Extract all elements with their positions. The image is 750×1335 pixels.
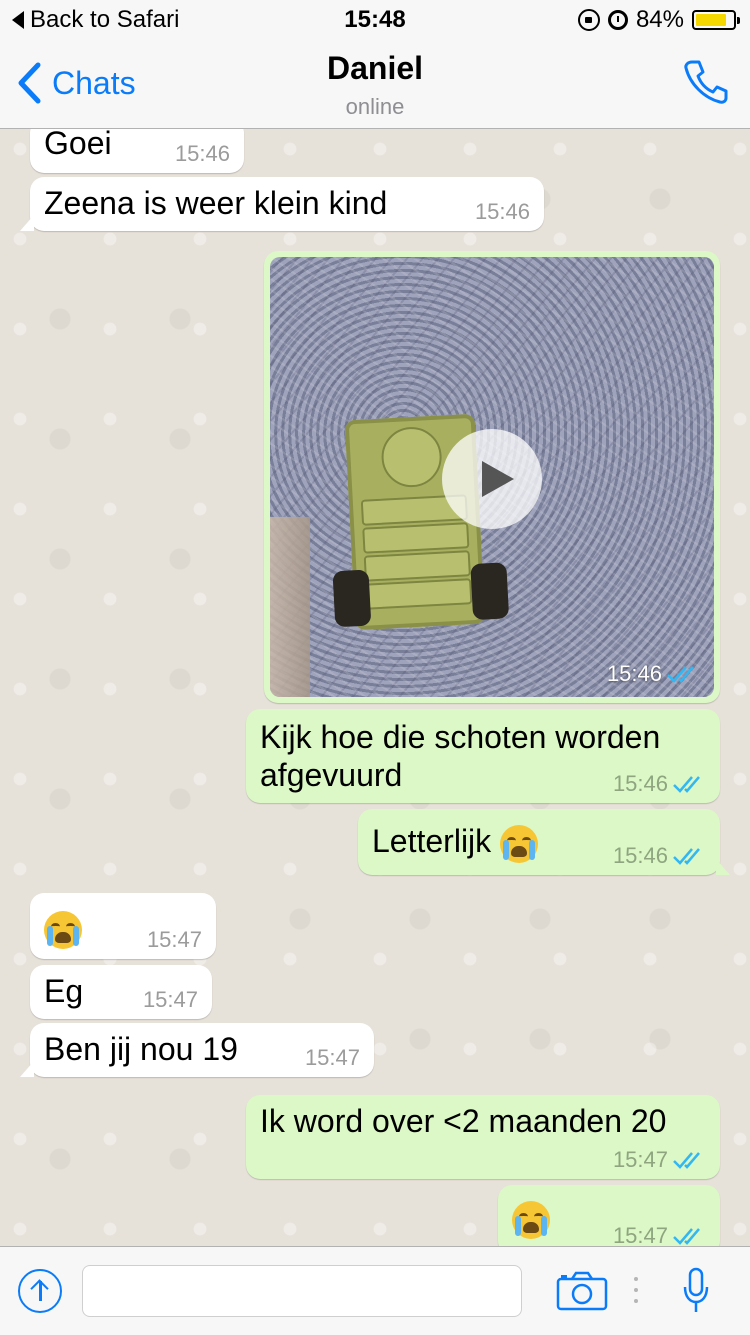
message-incoming[interactable]: Zeena is weer klein kind 15:46	[20, 177, 544, 231]
message-time: 15:47	[146, 927, 202, 952]
message-time: 15:46	[613, 771, 706, 797]
message-time: 15:46	[474, 199, 530, 224]
chat-messages[interactable]: Goei 15:46 Zeena is weer klein kind 15:4…	[0, 129, 750, 1246]
message-outgoing[interactable]: Ik word over <2 maanden 20 15:47	[246, 1095, 720, 1179]
message-incoming[interactable]: Goei 15:46	[30, 129, 244, 173]
separator-dots	[634, 1277, 638, 1305]
double-check-icon	[667, 666, 694, 683]
video-time: 15:46	[607, 661, 700, 687]
message-outgoing[interactable]: 15:47	[498, 1185, 720, 1246]
message-text-line2: afgevuurd	[260, 757, 403, 793]
contact-status: online	[345, 94, 405, 119]
message-time: 15:46	[174, 141, 230, 166]
message-text: Goei	[44, 129, 112, 161]
crying-face-icon	[500, 824, 539, 863]
chat-header: Chats Daniel online	[0, 40, 750, 129]
message-input-bar	[0, 1246, 750, 1335]
contact-name[interactable]: Daniel	[0, 50, 750, 87]
alarm-icon	[607, 10, 628, 30]
rotation-lock-icon	[577, 9, 600, 31]
message-time: 15:47	[613, 1147, 706, 1173]
message-outgoing[interactable]: Kijk hoe die schoten worden afgevuurd 15…	[246, 709, 720, 803]
message-incoming[interactable]: Ben jij nou 19 15:47	[20, 1023, 374, 1077]
message-time: 15:46	[613, 843, 706, 869]
message-text: Letterlijk	[372, 821, 539, 863]
play-icon[interactable]	[442, 429, 542, 529]
double-check-icon	[673, 776, 700, 793]
message-time: 15:47	[142, 987, 198, 1012]
status-bar: Back to Safari 15:48 84%	[0, 0, 750, 40]
bubble-tail	[20, 1061, 34, 1077]
message-text: Ik word over <2 maanden 20	[260, 1103, 667, 1139]
message-emoji	[44, 907, 82, 949]
microphone-button[interactable]	[682, 1267, 710, 1320]
video-thumbnail[interactable]: 15:46	[270, 257, 714, 697]
message-text: Kijk hoe die schoten worden	[260, 719, 661, 755]
message-input[interactable]	[82, 1265, 522, 1317]
message-outgoing[interactable]: Letterlijk 15:46	[358, 809, 730, 875]
battery-percentage: 84%	[635, 6, 684, 33]
message-text: Ben jij nou 19	[44, 1031, 238, 1067]
camera-icon	[556, 1271, 608, 1311]
double-check-icon	[673, 1152, 700, 1169]
bubble-tail	[20, 215, 34, 231]
message-time: 15:47	[304, 1045, 360, 1070]
battery-icon	[692, 10, 740, 30]
message-time: 15:47	[613, 1223, 706, 1246]
microphone-icon	[683, 1267, 709, 1312]
upload-icon[interactable]	[18, 1269, 62, 1313]
camera-button[interactable]	[556, 1271, 608, 1316]
call-button[interactable]	[680, 56, 730, 111]
crying-face-icon	[44, 910, 82, 949]
double-check-icon	[673, 848, 700, 865]
message-incoming[interactable]: Eg 15:47	[30, 965, 212, 1019]
message-incoming[interactable]: 15:47	[30, 893, 216, 959]
double-check-icon	[673, 1228, 700, 1245]
message-text: Zeena is weer klein kind	[44, 185, 388, 221]
message-text: Eg	[44, 973, 84, 1009]
bubble-tail	[716, 859, 730, 875]
crying-face-icon	[512, 1200, 550, 1239]
phone-icon	[684, 60, 728, 104]
status-indicators: 84%	[577, 6, 740, 34]
message-video[interactable]: 15:46	[264, 251, 720, 703]
message-emoji	[512, 1197, 550, 1239]
